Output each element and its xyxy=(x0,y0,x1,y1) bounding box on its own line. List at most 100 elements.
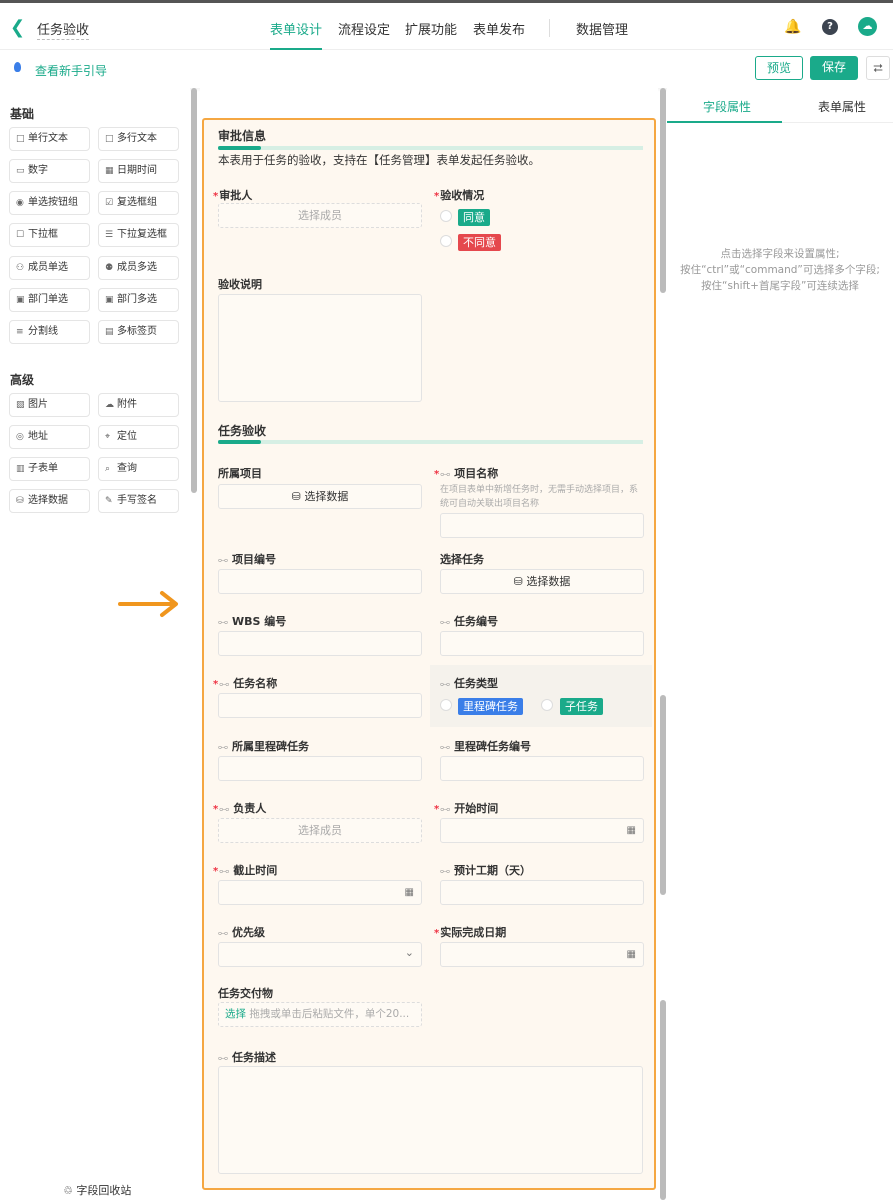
acceptance-note-textarea[interactable] xyxy=(218,294,422,402)
radio-subtask[interactable] xyxy=(541,699,553,711)
deadline-input[interactable]: ▦ xyxy=(218,880,422,905)
start-time-input[interactable]: ▦ xyxy=(440,818,644,843)
deliverable-upload[interactable]: 选择 拖拽或单击后粘贴文件，单个20... xyxy=(218,1002,422,1027)
option-subtask-tag[interactable]: 子任务 xyxy=(560,698,603,715)
control-select-data[interactable]: ⛁ 选择数据 xyxy=(9,489,90,513)
project-no-input[interactable] xyxy=(218,569,422,594)
control-label: 下拉复选框 xyxy=(117,229,167,240)
control-query[interactable]: ⌕ 查询 xyxy=(98,457,179,481)
dropdown-icon: ☐ xyxy=(16,230,25,240)
control-position[interactable]: ⌖ 定位 xyxy=(98,425,179,449)
milestone-label: ⧟ 所属里程碑任务 xyxy=(218,740,309,753)
tab-extensions[interactable]: 扩展功能 xyxy=(405,19,457,50)
control-signature[interactable]: ✎ 手写签名 xyxy=(98,489,179,513)
option-disagree-tag[interactable]: 不同意 xyxy=(458,234,501,251)
control-multi-text[interactable]: □ 多行文本 xyxy=(98,127,179,151)
radio-milestone[interactable] xyxy=(440,699,452,711)
canvas-scrollbar-thumb-lower[interactable] xyxy=(660,1000,666,1200)
project-select-data-button[interactable]: ⛁ 选择数据 xyxy=(218,484,422,509)
share-icon[interactable]: ⮂ xyxy=(866,56,890,80)
control-dept-single[interactable]: ▣ 部门单选 xyxy=(9,288,90,312)
duration-input[interactable] xyxy=(440,880,644,905)
chevron-left-icon[interactable]: ❮ xyxy=(10,17,25,38)
tab-data-management[interactable]: 数据管理 xyxy=(576,19,628,50)
project-name-input[interactable] xyxy=(440,513,644,538)
guide-link[interactable]: 查看新手引导 xyxy=(35,62,107,79)
control-label: 成员多选 xyxy=(117,262,157,273)
list-icon: ☰ xyxy=(105,230,114,240)
control-label: 复选框组 xyxy=(117,197,157,208)
select-task-label: 选择任务 xyxy=(440,553,484,566)
recycle-bin-button[interactable]: ♲ 字段回收站 xyxy=(63,1182,131,1198)
left-scrollbar[interactable] xyxy=(191,88,197,493)
control-radio-group[interactable]: ◉ 单选按钮组 xyxy=(9,191,90,215)
control-label: 多标签页 xyxy=(117,326,157,337)
wbs-input[interactable] xyxy=(218,631,422,656)
owner-label: *⧟ 负责人 xyxy=(213,802,267,815)
tab-field-properties[interactable]: 字段属性 xyxy=(703,98,751,115)
actual-date-label: *实际完成日期 xyxy=(434,926,507,939)
section-divider xyxy=(218,440,643,444)
task-select-data-button[interactable]: ⛁ 选择数据 xyxy=(440,569,644,594)
bell-icon[interactable]: 🔔 xyxy=(784,19,801,35)
radio-disagree[interactable] xyxy=(440,235,452,247)
help-icon[interactable]: ? xyxy=(822,19,838,35)
tab-form-properties[interactable]: 表单属性 xyxy=(818,98,866,115)
control-attachment[interactable]: ☁ 附件 xyxy=(98,393,179,417)
control-subform[interactable]: ▥ 子表单 xyxy=(9,457,90,481)
control-tabs[interactable]: ▤ 多标签页 xyxy=(98,320,179,344)
app-title[interactable]: 任务验收 xyxy=(37,19,90,40)
task-name-input[interactable] xyxy=(218,693,422,718)
control-divider[interactable]: ≡ 分割线 xyxy=(9,320,90,344)
control-number[interactable]: ▭ 数字 xyxy=(9,159,90,183)
control-dropdown-multi[interactable]: ☰ 下拉复选框 xyxy=(98,223,179,247)
radio-agree[interactable] xyxy=(440,210,452,222)
section-divider xyxy=(218,146,643,150)
control-dropdown[interactable]: ☐ 下拉框 xyxy=(9,223,90,247)
priority-select[interactable]: ⌄ xyxy=(218,942,422,967)
control-address[interactable]: ◎ 地址 xyxy=(9,425,90,449)
duration-label: ⧟ 预计工期（天） xyxy=(440,864,531,877)
milestone-input[interactable] xyxy=(218,756,422,781)
control-single-text[interactable]: □ 单行文本 xyxy=(9,127,90,151)
canvas-scrollbar-thumb[interactable] xyxy=(660,695,666,895)
control-label: 分割线 xyxy=(28,326,58,337)
control-member-multi[interactable]: ⚉ 成员多选 xyxy=(98,256,179,280)
save-button[interactable]: 保存 xyxy=(810,56,858,80)
cloud-icon[interactable]: ☁ xyxy=(858,17,877,36)
control-label: 手写签名 xyxy=(117,495,157,506)
project-name-label: *⧟ 项目名称 xyxy=(434,467,499,480)
upload-placeholder: 拖拽或单击后粘贴文件，单个20... xyxy=(249,1008,410,1020)
control-member-single[interactable]: ⚇ 成员单选 xyxy=(9,256,90,280)
link-icon: ⧟ xyxy=(440,679,450,690)
control-dept-multi[interactable]: ▣ 部门多选 xyxy=(98,288,179,312)
control-label: 部门多选 xyxy=(117,294,157,305)
tab-publish[interactable]: 表单发布 xyxy=(473,19,525,50)
preview-button[interactable]: 预览 xyxy=(755,56,803,80)
option-agree-tag[interactable]: 同意 xyxy=(458,209,490,226)
control-datetime[interactable]: ▦ 日期时间 xyxy=(98,159,179,183)
calendar-icon: ▦ xyxy=(626,825,636,836)
component-panel: 基础 □ 单行文本 □ 多行文本 ▭ 数字 ▦ 日期时间 ◉ 单选按钮组 ☑ 复选框组 ☐ 下… xyxy=(0,88,190,1200)
milestone-no-input[interactable] xyxy=(440,756,644,781)
approver-picker[interactable]: 选择成员 xyxy=(218,203,422,228)
tab-form-design[interactable]: 表单设计 xyxy=(270,19,323,50)
control-label: 部门单选 xyxy=(28,294,68,305)
textarea-icon: □ xyxy=(105,134,114,144)
control-label: 成员单选 xyxy=(28,262,68,273)
section-task-title: 任务验收 xyxy=(218,424,267,438)
canvas-scrollbar[interactable] xyxy=(660,88,666,293)
control-checkbox-group[interactable]: ☑ 复选框组 xyxy=(98,191,179,215)
control-image[interactable]: ▧ 图片 xyxy=(9,393,90,417)
actual-date-input[interactable]: ▦ xyxy=(440,942,644,967)
upload-icon: ☁ xyxy=(105,400,114,410)
owner-picker[interactable]: 选择成员 xyxy=(218,818,422,843)
tab-flow[interactable]: 流程设定 xyxy=(338,19,390,50)
option-milestone-tag[interactable]: 里程碑任务 xyxy=(458,698,523,715)
upload-select-link[interactable]: 选择 xyxy=(225,1008,246,1020)
calendar-icon: ▦ xyxy=(626,949,636,960)
milestone-no-label: ⧟ 里程碑任务编号 xyxy=(440,740,531,753)
task-no-input[interactable] xyxy=(440,631,644,656)
description-textarea[interactable] xyxy=(218,1066,643,1174)
link-icon: ⧟ xyxy=(440,866,450,877)
